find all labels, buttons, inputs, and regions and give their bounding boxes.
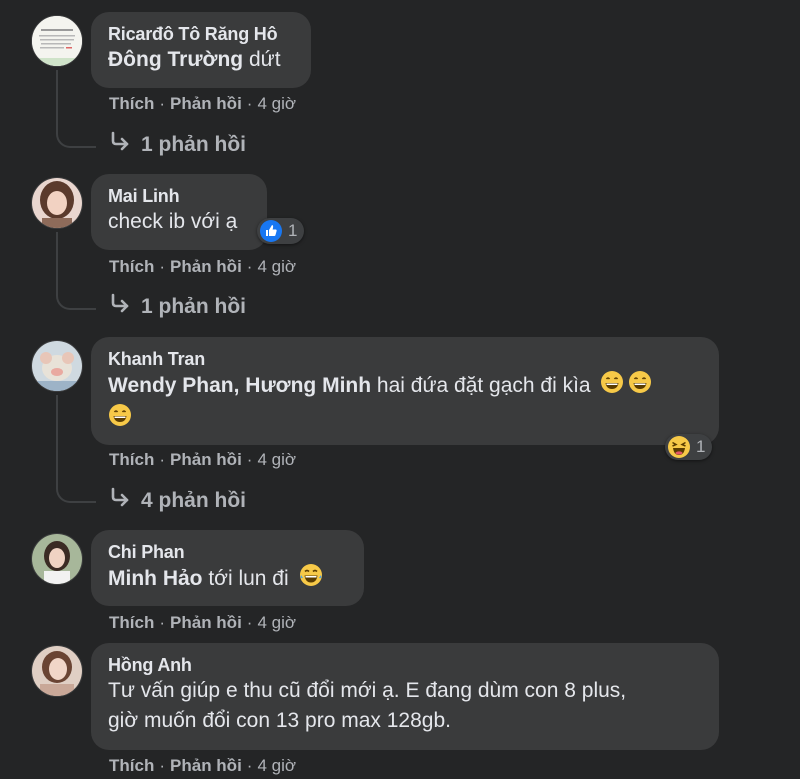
mention-link[interactable]: Minh Hảo xyxy=(108,567,203,590)
like-icon xyxy=(260,220,282,242)
comment-text: Minh Hảo tới lun đi xyxy=(108,563,347,596)
like-action[interactable]: Thích xyxy=(109,450,154,469)
comment-bubble: Hồng Anh Tư vấn giúp e thu cũ đổi mới ạ.… xyxy=(91,643,719,750)
avatar-image xyxy=(32,16,82,66)
comment-actions: Thích · Phản hồi · 4 giờ xyxy=(109,613,297,632)
timestamp[interactable]: 4 giờ xyxy=(257,756,296,775)
avatar[interactable] xyxy=(31,340,83,392)
avatar-image xyxy=(32,341,82,391)
view-replies-link[interactable]: 1 phản hồi xyxy=(109,293,246,319)
comment-bubble: Ricarđô Tô Răng Hô Đông Trường dứt xyxy=(91,12,311,88)
reply-thread-line xyxy=(56,395,96,503)
timestamp[interactable]: 4 giờ xyxy=(257,257,296,276)
reply-thread-line xyxy=(56,232,96,310)
laugh-icon xyxy=(668,436,690,458)
comment-bubble: Mai Linh check ib với ạ xyxy=(91,174,267,250)
grin-emoji-icon xyxy=(628,370,652,403)
view-replies-link[interactable]: 4 phản hồi xyxy=(109,487,246,513)
avatar-image xyxy=(32,534,82,584)
like-action[interactable]: Thích xyxy=(109,613,154,632)
reply-action[interactable]: Phản hồi xyxy=(170,613,242,632)
timestamp[interactable]: 4 giờ xyxy=(257,613,296,632)
reply-action[interactable]: Phản hồi xyxy=(170,756,242,775)
mention-link[interactable]: Đông Trường xyxy=(108,48,243,71)
reaction-count: 1 xyxy=(288,221,298,240)
timestamp[interactable]: 4 giờ xyxy=(257,450,296,469)
comment-text-rest: tới lun đi xyxy=(202,567,289,591)
comment-text-line2: giờ muốn đổi con 13 pro max 128gb. xyxy=(108,709,451,732)
comment-text: Wendy Phan, Hương Minh hai đứa đặt gạch … xyxy=(108,370,702,403)
comment-thread: Ricarđô Tô Răng Hô Đông Trường dứt Thích… xyxy=(0,0,800,779)
like-action[interactable]: Thích xyxy=(109,94,154,113)
reaction-count: 1 xyxy=(696,437,706,456)
reply-arrow-icon xyxy=(109,487,133,513)
comment-bubble: Chi Phan Minh Hảo tới lun đi xyxy=(91,530,364,606)
comment-author[interactable]: Mai Linh xyxy=(108,185,250,207)
avatar[interactable] xyxy=(31,533,83,585)
avatar[interactable] xyxy=(31,177,83,229)
like-action[interactable]: Thích xyxy=(109,257,154,276)
avatar-image xyxy=(32,646,82,696)
comment-actions: Thích · Phản hồi · 4 giờ xyxy=(109,257,297,276)
comment-text-line2 xyxy=(108,403,702,436)
grin-emoji-icon xyxy=(600,370,624,403)
comment-text-rest: dứt xyxy=(243,48,281,71)
comment-author[interactable]: Ricarđô Tô Răng Hô xyxy=(108,23,294,45)
grin-emoji-icon xyxy=(108,403,132,436)
comment-actions: Thích · Phản hồi · 4 giờ xyxy=(109,94,297,113)
comment-author[interactable]: Hồng Anh xyxy=(108,654,702,676)
mention-link[interactable]: Wendy Phan, Hương Minh xyxy=(108,374,371,397)
comment-text: check ib với ạ xyxy=(108,210,238,233)
avatar[interactable] xyxy=(31,15,83,67)
like-action[interactable]: Thích xyxy=(109,756,154,775)
comment-author[interactable]: Khanh Tran xyxy=(108,348,702,370)
reply-action[interactable]: Phản hồi xyxy=(170,257,242,276)
reply-count-label: 1 phản hồi xyxy=(141,133,246,156)
reply-arrow-icon xyxy=(109,131,133,157)
timestamp[interactable]: 4 giờ xyxy=(257,94,296,113)
reaction-badge[interactable]: 1 xyxy=(257,218,305,244)
reply-count-label: 1 phản hồi xyxy=(141,295,246,318)
comment-text: Đông Trường dứt xyxy=(108,45,294,75)
avatar[interactable] xyxy=(31,645,83,697)
reply-action[interactable]: Phản hồi xyxy=(170,450,242,469)
comment-actions: Thích · Phản hồi · 4 giờ xyxy=(109,450,297,469)
reply-thread-line xyxy=(56,70,96,148)
reaction-badge[interactable]: 1 xyxy=(665,434,713,460)
comment-actions: Thích · Phản hồi · 4 giờ xyxy=(109,756,297,775)
reply-arrow-icon xyxy=(109,293,133,319)
reply-action[interactable]: Phản hồi xyxy=(170,94,242,113)
comment-text-line1: Tư vấn giúp e thu cũ đổi mới ạ. E đang d… xyxy=(108,679,627,702)
comment-author[interactable]: Chi Phan xyxy=(108,541,347,563)
view-replies-link[interactable]: 1 phản hồi xyxy=(109,131,246,157)
comment-bubble: Khanh Tran Wendy Phan, Hương Minh hai đứ… xyxy=(91,337,719,445)
laughing-tears-emoji-icon xyxy=(299,563,323,596)
comment-text-rest: hai đứa đặt gạch đi kìa xyxy=(371,374,591,398)
avatar-image xyxy=(32,178,82,228)
reply-count-label: 4 phản hồi xyxy=(141,489,246,512)
